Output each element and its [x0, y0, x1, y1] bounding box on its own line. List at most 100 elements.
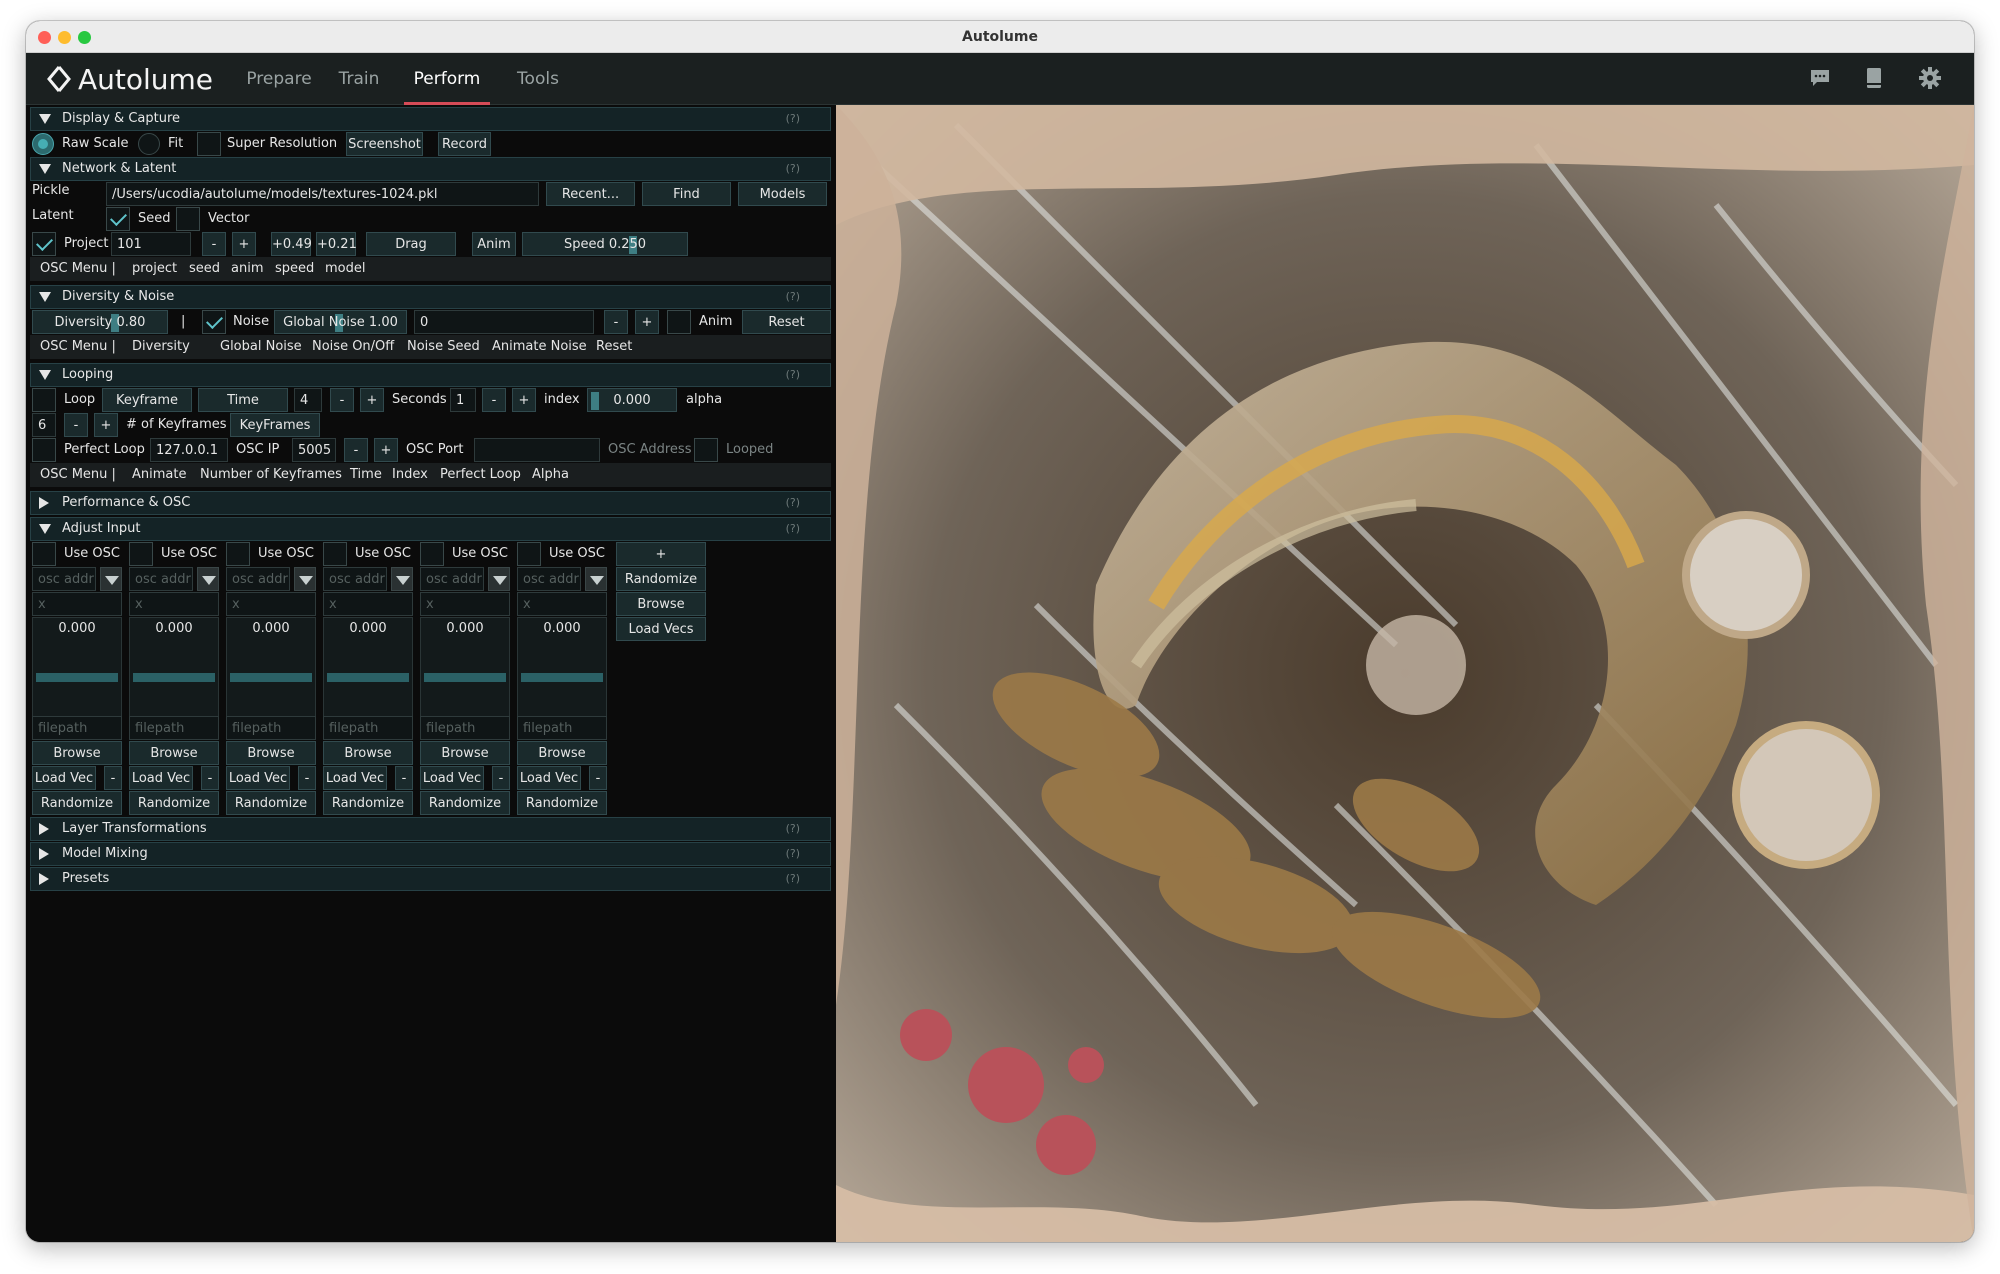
help-icon[interactable]: (?) — [786, 872, 800, 885]
slider-grab[interactable] — [36, 673, 118, 682]
load-vec-button-4[interactable]: Load Vec — [323, 766, 387, 790]
chevron-down-icon[interactable] — [488, 567, 510, 591]
pickle-path-input[interactable]: /Users/ucodia/autolume/models/textures-1… — [106, 182, 539, 206]
zoom-window-button[interactable] — [78, 31, 91, 44]
osc-item-index[interactable]: Index — [392, 463, 428, 487]
osc-port-minus-button[interactable]: - — [344, 438, 368, 462]
remove-vec-button-1[interactable]: - — [104, 766, 122, 790]
osc-address-input[interactable] — [474, 438, 600, 462]
use-osc-checkbox-4[interactable] — [323, 542, 347, 566]
recent-button[interactable]: Recent... — [546, 182, 635, 206]
section-diversity-noise[interactable]: Diversity & Noise (?) — [30, 285, 831, 309]
osc-item-noise-onoff[interactable]: Noise On/Off — [312, 335, 394, 359]
osc-item-reset[interactable]: Reset — [596, 335, 632, 359]
x-input-6[interactable]: x — [517, 592, 607, 616]
section-adjust-input[interactable]: Adjust Input (?) — [30, 517, 831, 541]
tab-prepare[interactable]: Prepare — [244, 53, 314, 105]
seed-checkbox[interactable] — [106, 207, 130, 231]
time-minus-button[interactable]: - — [330, 388, 354, 412]
osc-item-project[interactable]: project — [132, 257, 177, 281]
chevron-down-icon[interactable] — [197, 567, 219, 591]
filepath-input-2[interactable]: filepath — [129, 716, 219, 740]
keyframe-button[interactable]: Keyframe — [102, 388, 192, 412]
index-slider[interactable]: 0.000 — [587, 388, 677, 412]
osc-addr-input-5[interactable]: osc addr — [420, 567, 484, 591]
noise-checkbox[interactable] — [202, 310, 226, 334]
slider-grab[interactable] — [424, 673, 506, 682]
models-button[interactable]: Models — [738, 182, 827, 206]
generated-image-view[interactable] — [836, 105, 1974, 1242]
osc-item-noise-seed[interactable]: Noise Seed — [407, 335, 480, 359]
section-layer-transformations[interactable]: Layer Transformations (?) — [30, 817, 831, 841]
randomize-button-4[interactable]: Randomize — [323, 791, 413, 815]
filepath-input-5[interactable]: filepath — [420, 716, 510, 740]
help-icon[interactable]: (?) — [786, 822, 800, 835]
project-checkbox[interactable] — [32, 232, 56, 256]
keyframes-count-input[interactable]: 6 — [32, 413, 56, 437]
osc-item-animate[interactable]: Animate — [132, 463, 186, 487]
filepath-input-1[interactable]: filepath — [32, 716, 122, 740]
x-input-3[interactable]: x — [226, 592, 316, 616]
speed-slider[interactable]: Speed 0.250 — [522, 232, 688, 256]
randomize-button-2[interactable]: Randomize — [129, 791, 219, 815]
chevron-down-icon[interactable] — [391, 567, 413, 591]
project-seed-input[interactable]: 101 — [111, 232, 191, 256]
x-input-5[interactable]: x — [420, 592, 510, 616]
browse-button-2[interactable]: Browse — [129, 741, 219, 765]
fit-radio[interactable] — [138, 133, 160, 155]
time-button[interactable]: Time — [198, 388, 288, 412]
super-resolution-checkbox[interactable] — [197, 132, 221, 156]
load-vecs-button[interactable]: Load Vecs — [616, 617, 706, 641]
section-looping[interactable]: Looping (?) — [30, 363, 831, 387]
add-input-button[interactable]: + — [616, 542, 706, 566]
x-input-4[interactable]: x — [323, 592, 413, 616]
osc-item-time[interactable]: Time — [350, 463, 382, 487]
load-vec-button-2[interactable]: Load Vec — [129, 766, 193, 790]
section-network-latent[interactable]: Network & Latent (?) — [30, 157, 831, 181]
section-presets[interactable]: Presets (?) — [30, 867, 831, 891]
browse-button-1[interactable]: Browse — [32, 741, 122, 765]
load-vec-button-6[interactable]: Load Vec — [517, 766, 581, 790]
section-display-capture[interactable]: Display & Capture (?) — [30, 107, 831, 131]
remove-vec-button-4[interactable]: - — [395, 766, 413, 790]
browse-button-5[interactable]: Browse — [420, 741, 510, 765]
minimize-window-button[interactable] — [58, 31, 71, 44]
vector-checkbox[interactable] — [176, 207, 200, 231]
use-osc-checkbox-2[interactable] — [129, 542, 153, 566]
reset-noise-button[interactable]: Reset — [742, 310, 831, 334]
osc-addr-input-6[interactable]: osc addr — [517, 567, 581, 591]
looped-checkbox[interactable] — [694, 438, 718, 462]
load-vec-button-1[interactable]: Load Vec — [32, 766, 96, 790]
x-input-1[interactable]: x — [32, 592, 122, 616]
osc-addr-input-1[interactable]: osc addr — [32, 567, 96, 591]
osc-item-diversity[interactable]: Diversity — [132, 335, 190, 359]
osc-item-alpha[interactable]: Alpha — [532, 463, 569, 487]
index-slider-grab[interactable] — [591, 392, 599, 410]
seconds-plus-button[interactable]: + — [512, 388, 536, 412]
keyframes-button[interactable]: KeyFrames — [230, 413, 320, 437]
filepath-input-6[interactable]: filepath — [517, 716, 607, 740]
screenshot-button[interactable]: Screenshot — [346, 132, 423, 156]
loop-checkbox[interactable] — [32, 388, 56, 412]
anim-noise-checkbox[interactable] — [667, 310, 691, 334]
browse-all-button[interactable]: Browse — [616, 592, 706, 616]
help-icon[interactable]: (?) — [786, 290, 800, 303]
osc-item-number-of-keyframes[interactable]: Number of Keyframes — [200, 463, 342, 487]
slider-grab[interactable] — [133, 673, 215, 682]
randomize-button-1[interactable]: Randomize — [32, 791, 122, 815]
help-icon[interactable]: (?) — [786, 112, 800, 125]
osc-port-input[interactable]: 5005 — [292, 438, 336, 462]
section-model-mixing[interactable]: Model Mixing (?) — [30, 842, 831, 866]
time-plus-button[interactable]: + — [360, 388, 384, 412]
osc-item-seed[interactable]: seed — [189, 257, 220, 281]
gear-icon[interactable] — [1915, 63, 1945, 93]
randomize-button-3[interactable]: Randomize — [226, 791, 316, 815]
use-osc-checkbox-6[interactable] — [517, 542, 541, 566]
anim-button[interactable]: Anim — [472, 232, 516, 256]
seconds-minus-button[interactable]: - — [482, 388, 506, 412]
drag-x-value[interactable]: +0.49 — [271, 232, 312, 256]
use-osc-checkbox-5[interactable] — [420, 542, 444, 566]
load-vec-button-3[interactable]: Load Vec — [226, 766, 290, 790]
osc-item-model[interactable]: model — [325, 257, 365, 281]
book-icon[interactable] — [1859, 63, 1889, 93]
